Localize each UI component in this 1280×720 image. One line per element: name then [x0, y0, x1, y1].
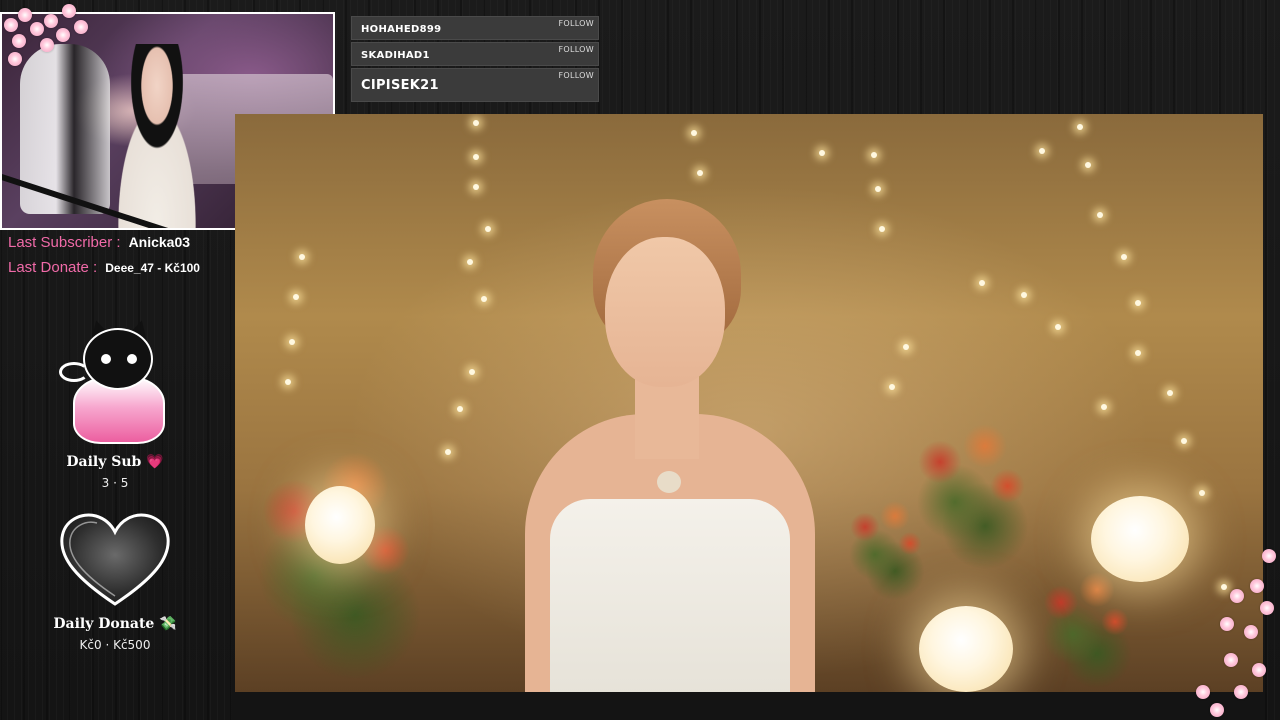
main-video — [235, 114, 1263, 692]
follow-name: CIPISEK21 — [361, 78, 439, 93]
daily-donate-value: Kč0 · Kč500 — [79, 638, 151, 652]
last-donate-label: Last Donate : — [8, 259, 98, 276]
daily-sub-title-text: Daily Sub — [66, 454, 142, 470]
money-icon: 💸 — [159, 616, 177, 632]
daily-donate-title-text: Daily Donate — [53, 616, 155, 632]
last-subscriber-label: Last Subscriber : — [8, 234, 121, 251]
last-donate: Last Donate : Deee_47 - Kč100 — [8, 259, 200, 276]
follow-name: SKADIHAD1 — [361, 50, 430, 61]
daily-sub-value: 3 · 5 — [101, 476, 129, 490]
follow-name: HOHAHED899 — [361, 24, 442, 35]
follow-tag: FOLLOW — [558, 45, 594, 54]
recent-follows-list: HOHAHED899 FOLLOW SKADIHAD1 FOLLOW CIPIS… — [351, 16, 599, 104]
heart-icon — [56, 510, 174, 610]
video-subject — [475, 199, 835, 692]
follow-item: CIPISEK21 FOLLOW — [351, 68, 599, 102]
sakura-icon — [0, 0, 100, 80]
follow-tag: FOLLOW — [558, 71, 594, 80]
sakura-icon — [1190, 545, 1280, 720]
stream-stats: Last Subscriber : Anicka03 Last Donate :… — [8, 234, 200, 284]
follow-tag: FOLLOW — [558, 19, 594, 28]
last-subscriber-value: Anicka03 — [128, 234, 191, 250]
last-donate-value: Deee_47 - Kč100 — [105, 261, 200, 275]
webcam-streamer — [97, 44, 217, 228]
daily-sub-title: Daily Sub 💗 — [40, 454, 190, 470]
video-bottom-border — [235, 692, 1263, 720]
daily-donate-title: Daily Donate 💸 — [40, 616, 190, 632]
follow-item: SKADIHAD1 FOLLOW — [351, 42, 599, 66]
cat-ghost-icon — [55, 317, 175, 448]
daily-sub-widget: Daily Sub 💗 3 · 5 — [40, 317, 190, 490]
heart-icon: 💗 — [146, 454, 164, 470]
follow-item: HOHAHED899 FOLLOW — [351, 16, 599, 40]
daily-donate-widget: Daily Donate 💸 Kč0 · Kč500 — [40, 510, 190, 652]
last-subscriber: Last Subscriber : Anicka03 — [8, 234, 200, 251]
